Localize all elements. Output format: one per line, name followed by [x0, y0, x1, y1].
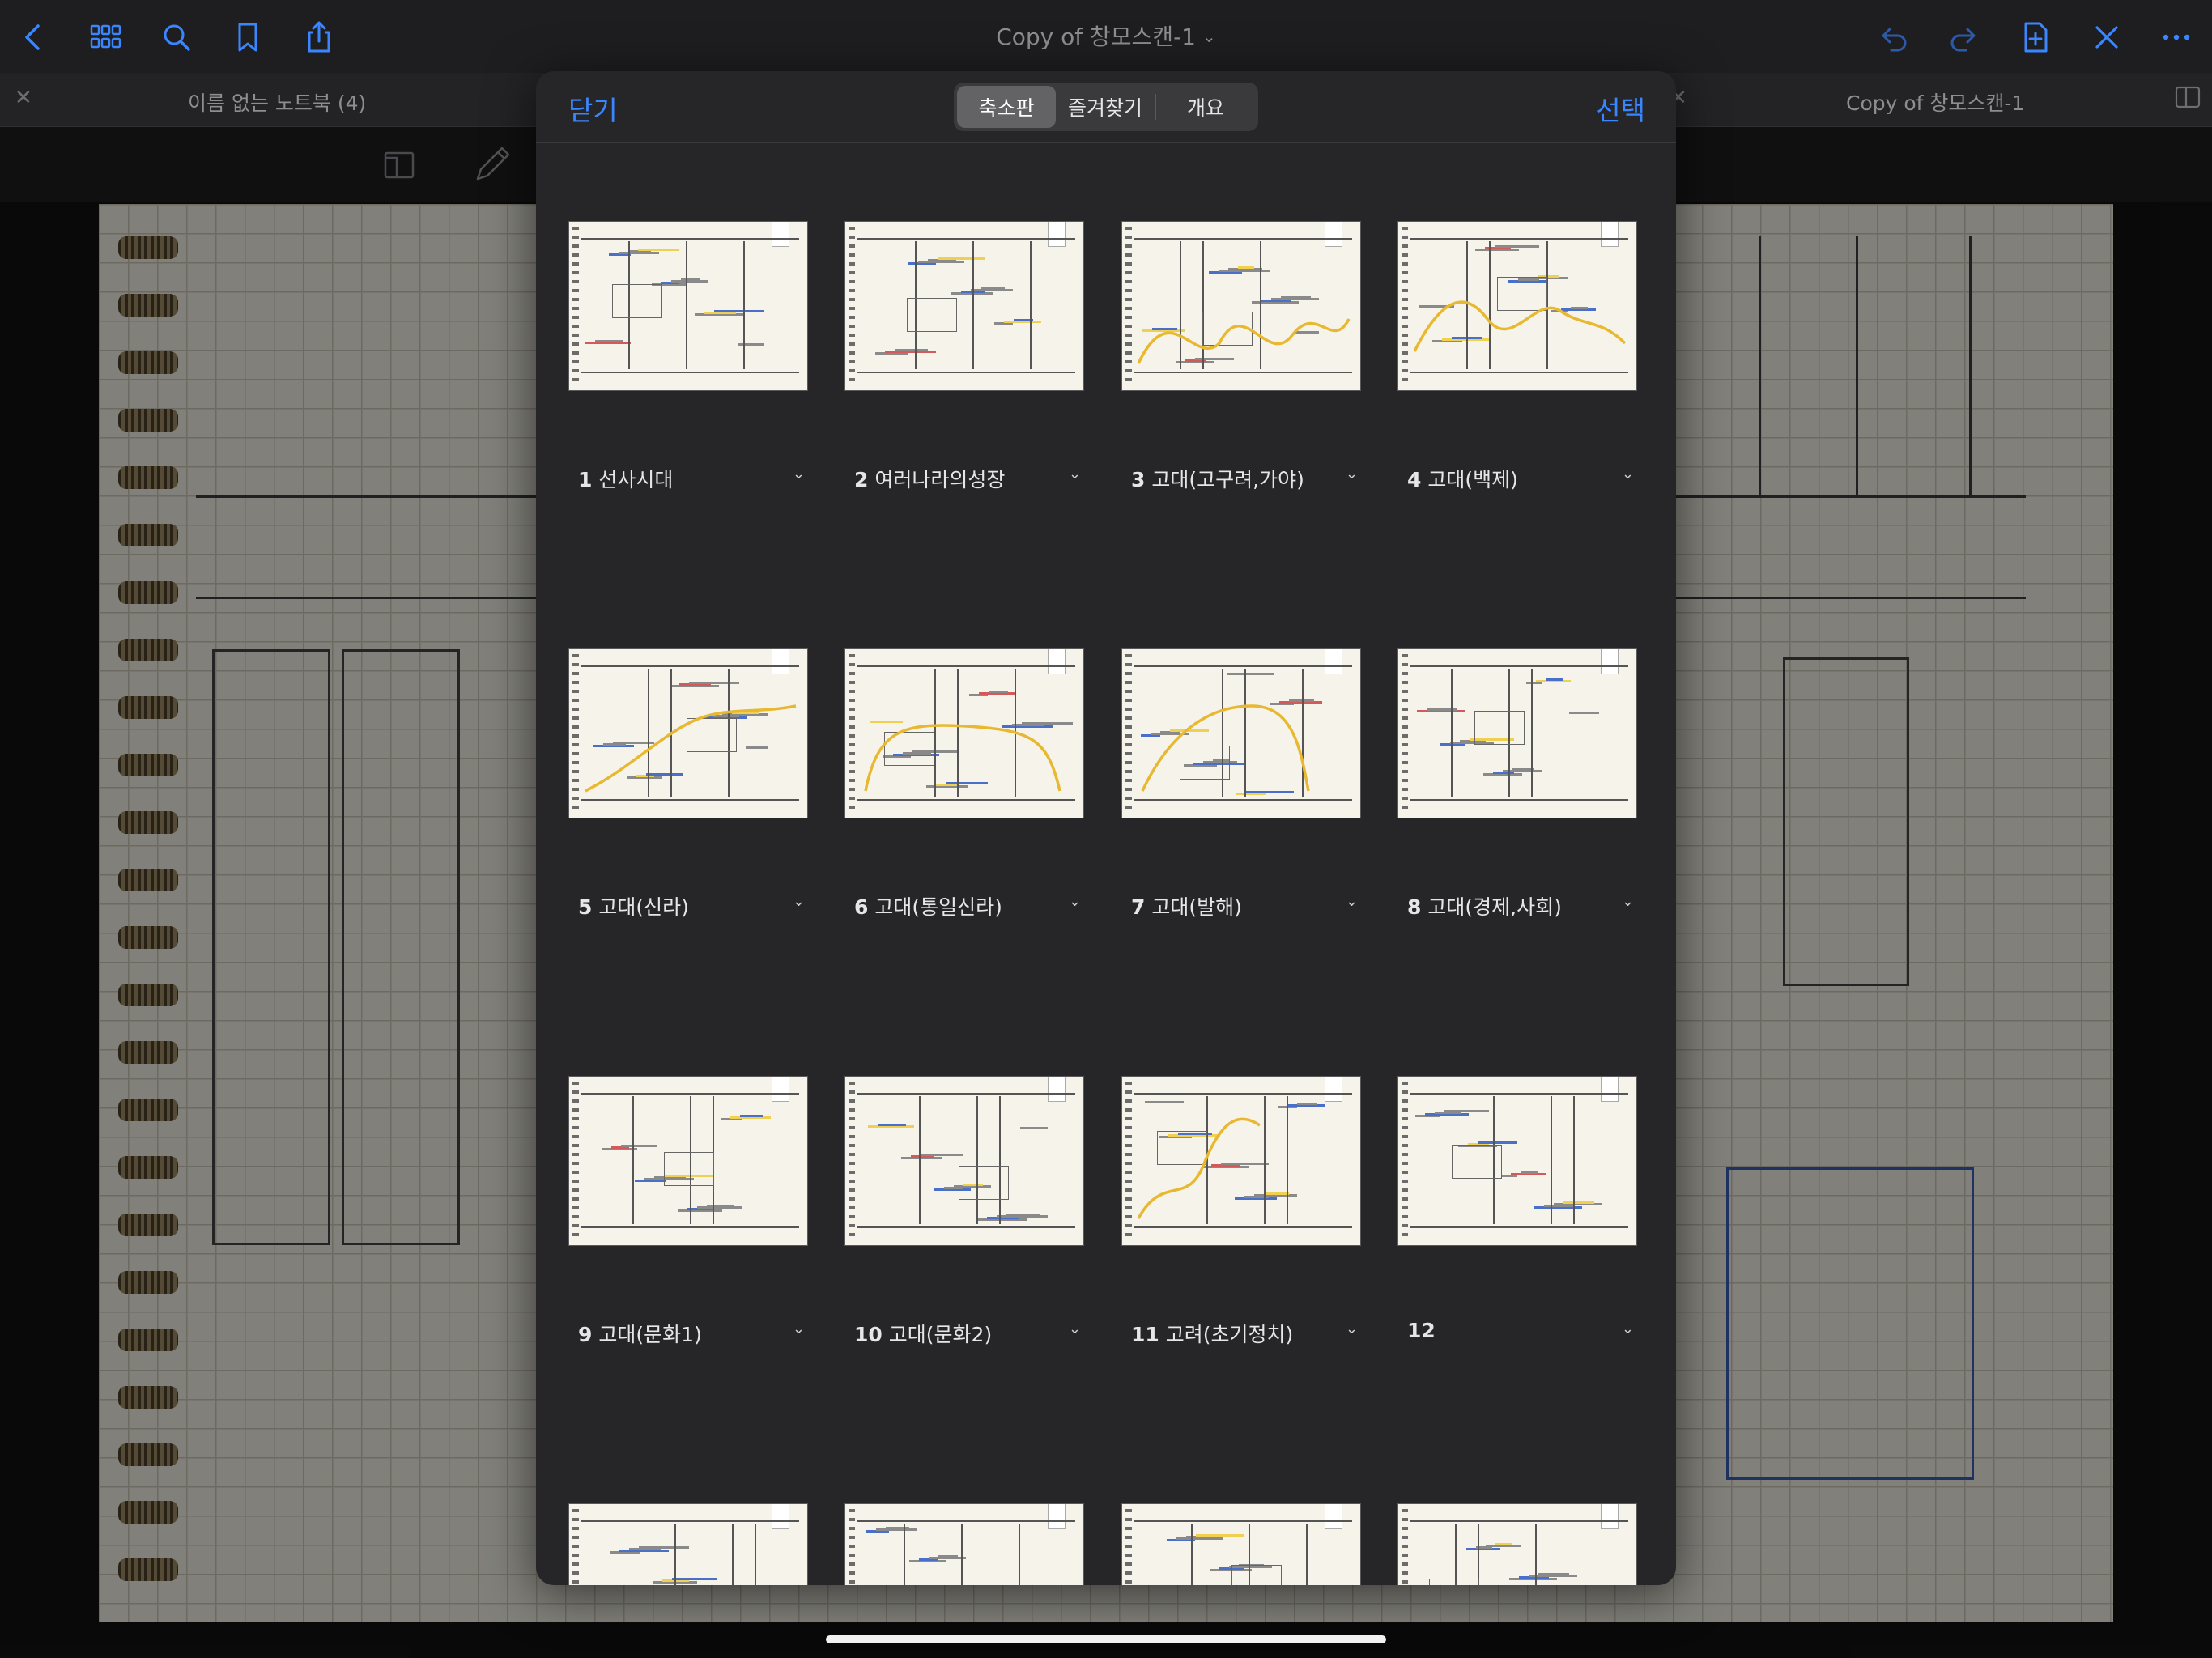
chevron-down-icon[interactable]: ⌄	[1346, 1320, 1358, 1337]
page-thumbnail-image[interactable]	[1121, 1076, 1361, 1246]
page-number: 5	[578, 895, 593, 919]
page-title: 고려(초기정치)	[1165, 1323, 1294, 1346]
chevron-down-icon: ⌄	[1202, 27, 1216, 46]
page-number: 1	[578, 468, 593, 491]
chevron-down-icon[interactable]: ⌄	[1069, 466, 1081, 483]
view-mode-segmented-control: 축소판 즐겨찾기 개요	[954, 83, 1258, 131]
home-indicator[interactable]	[826, 1635, 1386, 1643]
page-thumbnail-label[interactable]: 12 ⌄	[1407, 1319, 1634, 1342]
page-title: 고대(신라)	[598, 895, 689, 919]
page-thumbnail-label[interactable]: 6 고대(통일신라) ⌄	[854, 891, 1081, 920]
page-thumbnail-image[interactable]	[1397, 221, 1637, 391]
page-thumbnail-label[interactable]: 5 고대(신라) ⌄	[578, 891, 805, 920]
page-thumbnail-label[interactable]: 11 고려(초기정치) ⌄	[1131, 1319, 1358, 1348]
page-title: 고대(발해)	[1151, 895, 1242, 919]
chevron-down-icon[interactable]: ⌄	[793, 893, 805, 910]
page-title: 고대(경제,사회)	[1427, 895, 1562, 919]
page-thumbnail-image[interactable]	[568, 648, 808, 818]
split-view-icon[interactable]	[2175, 84, 2201, 116]
document-title-text: Copy of 창모스캔-1	[996, 23, 1196, 50]
more-icon[interactable]	[2154, 15, 2199, 60]
tab-untitled-notebook[interactable]: 이름 없는 노트북 (4)	[188, 87, 366, 117]
page-title: 고대(백제)	[1427, 468, 1518, 491]
top-toolbar: Copy of 창모스캔-1 ⌄	[0, 0, 2212, 73]
page-thumbnail-image[interactable]	[568, 1076, 808, 1246]
chevron-down-icon[interactable]: ⌄	[793, 1320, 805, 1337]
add-page-icon[interactable]	[2013, 15, 2058, 60]
page-title: 고대(고구려,가야)	[1151, 468, 1304, 491]
page-thumbnail-label[interactable]: 10 고대(문화2) ⌄	[854, 1319, 1081, 1348]
segment-outline[interactable]: 개요	[1156, 86, 1255, 128]
page-title: 선사시대	[598, 468, 674, 491]
chevron-down-icon[interactable]: ⌄	[793, 466, 805, 483]
page-thumbnail-image[interactable]	[844, 1503, 1084, 1585]
chevron-down-icon[interactable]: ⌄	[1346, 893, 1358, 910]
page-number: 8	[1407, 895, 1422, 919]
redo-icon[interactable]	[1942, 15, 1987, 60]
page-number: 10	[854, 1323, 883, 1346]
page-thumbnail-label[interactable]: 9 고대(문화1) ⌄	[578, 1319, 805, 1348]
page-number: 3	[1131, 468, 1146, 491]
page-thumbnail-image[interactable]	[568, 1503, 808, 1585]
page-number: 2	[854, 468, 869, 491]
undo-icon[interactable]	[1870, 15, 1916, 60]
page-thumbnail-image[interactable]	[1121, 1503, 1361, 1585]
chevron-down-icon[interactable]: ⌄	[1622, 1320, 1634, 1337]
chevron-down-icon[interactable]: ⌄	[1346, 466, 1358, 483]
page-thumbnail-image[interactable]	[1397, 648, 1637, 818]
page-thumbnail-image[interactable]	[844, 221, 1084, 391]
page-thumbnails-sheet: 닫기 축소판 즐겨찾기 개요 선택 1 선사시대 ⌄ 2 여러나라의성장 ⌄ 3 고대(고구려…	[536, 71, 1676, 1585]
page-thumbnail-image[interactable]	[1397, 1503, 1637, 1585]
close-tab-icon[interactable]: ✕	[15, 86, 32, 110]
page-number: 11	[1131, 1323, 1159, 1346]
page-title: 고대(통일신라)	[874, 895, 1002, 919]
page-number: 7	[1131, 895, 1146, 919]
page-title: 고대(문화2)	[888, 1323, 993, 1346]
page-thumbnail-image[interactable]	[1397, 1076, 1637, 1246]
page-thumbnail-image[interactable]	[1121, 221, 1361, 391]
page-number: 6	[854, 895, 869, 919]
page-thumbnail-label[interactable]: 3 고대(고구려,가야) ⌄	[1131, 464, 1358, 493]
close-icon[interactable]	[2084, 15, 2129, 60]
chevron-down-icon[interactable]: ⌄	[1622, 893, 1634, 910]
close-button[interactable]: 닫기	[568, 89, 618, 128]
page-thumbnail-label[interactable]: 1 선사시대 ⌄	[578, 464, 805, 493]
page-thumbnail-label[interactable]: 2 여러나라의성장 ⌄	[854, 464, 1081, 493]
select-button[interactable]: 선택	[1596, 89, 1645, 128]
segment-favorites[interactable]: 즐겨찾기	[1056, 86, 1155, 128]
page-number: 9	[578, 1323, 593, 1346]
segment-thumbnails[interactable]: 축소판	[957, 86, 1056, 128]
page-thumbnail-image[interactable]	[1121, 648, 1361, 818]
page-number: 12	[1407, 1319, 1436, 1342]
page-thumbnail-label[interactable]: 7 고대(발해) ⌄	[1131, 891, 1358, 920]
sheet-header: 닫기 축소판 즐겨찾기 개요 선택	[536, 71, 1676, 143]
chevron-down-icon[interactable]: ⌄	[1069, 1320, 1081, 1337]
page-thumbnail-label[interactable]: 8 고대(경제,사회) ⌄	[1407, 891, 1634, 920]
chevron-down-icon[interactable]: ⌄	[1622, 466, 1634, 483]
page-title: 여러나라의성장	[874, 468, 1006, 491]
page-thumbnail-image[interactable]	[844, 1076, 1084, 1246]
page-number: 4	[1407, 468, 1422, 491]
page-thumbnail-image[interactable]	[844, 648, 1084, 818]
page-thumbnail-image[interactable]	[568, 221, 808, 391]
page-title: 고대(문화1)	[598, 1323, 702, 1346]
tab-copy-of-scan[interactable]: Copy of 창모스캔-1	[1846, 87, 2024, 117]
page-thumbnail-label[interactable]: 4 고대(백제) ⌄	[1407, 464, 1634, 493]
chevron-down-icon[interactable]: ⌄	[1069, 893, 1081, 910]
